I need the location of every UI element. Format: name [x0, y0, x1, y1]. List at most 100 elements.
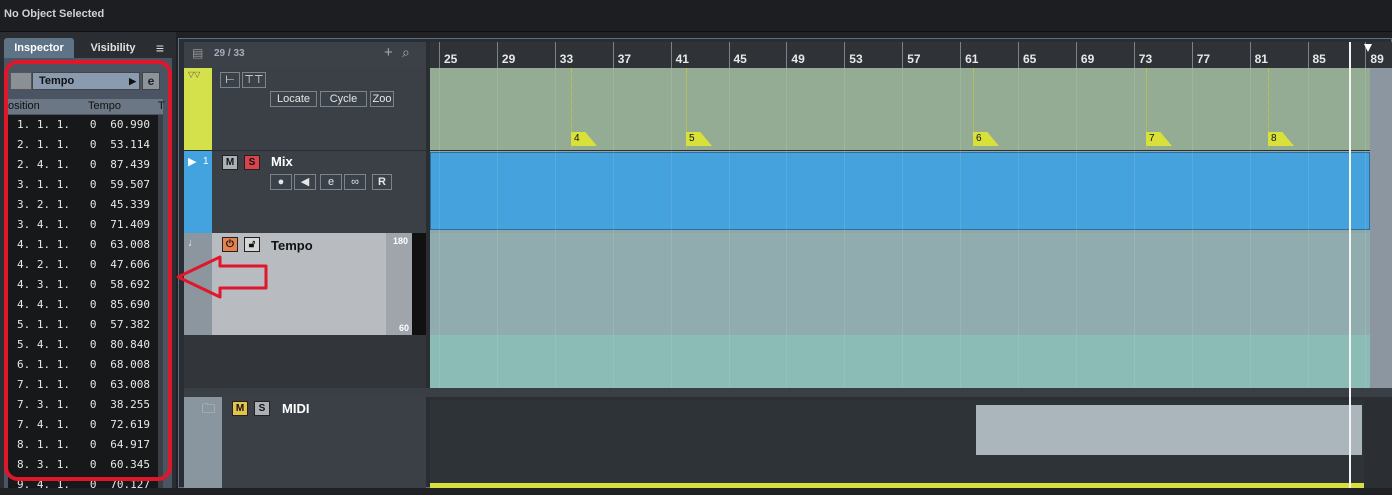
- audio-track-mix[interactable]: [184, 151, 426, 233]
- grid-line: [902, 68, 904, 388]
- grid-line: [960, 68, 962, 388]
- lock-icon[interactable]: 🔓︎: [244, 237, 260, 252]
- ruler-label: 29: [501, 52, 516, 66]
- grid-line: [1365, 68, 1367, 388]
- power-icon[interactable]: ⏻: [222, 237, 238, 252]
- marker-filter-icon[interactable]: ▽▽: [188, 70, 208, 80]
- ruler-bar: 41: [670, 42, 689, 68]
- note-icon: ♩: [188, 237, 199, 249]
- tempo-lane: [430, 233, 1370, 335]
- ruler-bar: 57: [902, 42, 921, 68]
- tempo-meter: [412, 233, 426, 335]
- ruler-bar: 65: [1018, 42, 1036, 68]
- grid-line: [786, 68, 788, 388]
- ruler-label: 45: [733, 52, 747, 66]
- ruler-bar: 33: [554, 42, 573, 68]
- record-enable-icon[interactable]: ●: [270, 174, 292, 190]
- tempo-range-min: 60: [399, 323, 410, 333]
- grid-line: [1191, 68, 1193, 388]
- status-bar: No Object Selected: [0, 0, 1392, 32]
- empty-track-area: [184, 335, 426, 388]
- empty-lane: [430, 335, 1370, 388]
- grid-line: [554, 68, 556, 388]
- monitor-icon[interactable]: ◀: [294, 174, 316, 190]
- grid-line: [1018, 68, 1019, 388]
- grid-line: [1075, 68, 1077, 388]
- grid-line: [612, 68, 614, 388]
- ruler-label: 41: [675, 52, 689, 66]
- ruler-bar: 37: [612, 42, 631, 68]
- ruler-bar: 85: [1307, 42, 1326, 68]
- grid-line: [1307, 68, 1309, 388]
- ruler-label: 85: [1312, 52, 1326, 66]
- ruler-label: 61: [965, 52, 979, 66]
- cycle-button[interactable]: Cycle: [320, 91, 367, 107]
- tempo-track-name: Tempo: [271, 238, 313, 253]
- track-divider: [184, 388, 1392, 397]
- ruler[interactable]: 25 29 33 37 41 45 49 53 57 61 65 69 73 77 81 85 89: [430, 42, 1392, 68]
- ruler-bar: 29: [496, 42, 515, 68]
- tab-inspector[interactable]: Inspector: [4, 38, 74, 58]
- ruler-label: 25: [444, 52, 458, 66]
- ruler-label: 89: [1370, 52, 1384, 66]
- grid-line: [670, 68, 672, 388]
- ruler-label: 33: [559, 52, 574, 66]
- ruler-bar: 25: [439, 42, 457, 68]
- ruler-label: 69: [1080, 52, 1095, 66]
- tempo-range-scale: [386, 233, 412, 335]
- midi-part-bar: [430, 483, 1364, 488]
- link-icon[interactable]: ∞: [344, 174, 366, 190]
- grid-line: [728, 68, 730, 388]
- ruler-bar: 69: [1075, 42, 1094, 68]
- after-end-area: [1370, 68, 1392, 388]
- ruler-bar: 81: [1249, 42, 1268, 68]
- ruler-label: 49: [791, 52, 805, 66]
- marker-track-color: [184, 68, 212, 150]
- ruler-label: 81: [1254, 52, 1268, 66]
- midi-part-block: [976, 405, 1362, 455]
- ruler-bar: 73: [1133, 42, 1152, 68]
- ruler-label: 53: [849, 52, 863, 66]
- ruler-bar: 53: [844, 42, 863, 68]
- grid-line: [439, 68, 440, 388]
- inspector-menu-icon[interactable]: ≡: [152, 38, 168, 58]
- midi-mute-button[interactable]: M: [232, 401, 248, 416]
- tab-visibility[interactable]: Visibility: [80, 38, 146, 58]
- tempo-range-max: 180: [393, 236, 409, 246]
- ruler-bar: 61: [960, 42, 978, 68]
- edit-icon[interactable]: e: [320, 174, 342, 190]
- grid-line: [844, 68, 846, 388]
- ruler-label: 65: [1023, 52, 1037, 66]
- search-icon[interactable]: ⌕: [402, 44, 410, 61]
- mix-track-name: Mix: [271, 154, 293, 169]
- grid-line: [1249, 68, 1251, 388]
- ruler-bar: 77: [1191, 42, 1210, 68]
- mix-audio-event[interactable]: [430, 152, 1370, 230]
- ruler-label: 37: [617, 52, 632, 66]
- track-list-header: ▤ 29 / 33 + ⌕: [184, 42, 426, 68]
- highlight-box: [4, 60, 172, 481]
- locate-button[interactable]: Locate: [270, 91, 317, 107]
- ruler-label: 73: [1138, 52, 1153, 66]
- ruler-label: 77: [1196, 52, 1211, 66]
- play-icon[interactable]: ▶: [188, 155, 196, 168]
- solo-button[interactable]: S: [244, 155, 260, 170]
- add-track-icon[interactable]: +: [384, 44, 393, 61]
- track-count: 29 / 33: [214, 48, 245, 59]
- zoom-button[interactable]: Zoo: [370, 91, 394, 107]
- track-number: 1: [203, 156, 209, 167]
- midi-track-name: MIDI: [282, 401, 310, 416]
- folder-icon[interactable]: 🗀︎: [202, 400, 215, 422]
- add-marker-icon[interactable]: ⊢: [220, 72, 240, 88]
- track-list-icon[interactable]: ▤: [192, 46, 203, 60]
- add-cycle-marker-icon[interactable]: ⊤⊤: [242, 72, 266, 88]
- playhead-cursor[interactable]: [1349, 42, 1351, 488]
- arrow-annotation: [176, 255, 268, 299]
- grid-line: [1133, 68, 1135, 388]
- ruler-bar: 49: [786, 42, 805, 68]
- ruler-label: 57: [907, 52, 921, 66]
- ruler-bar: 45: [728, 42, 747, 68]
- read-automation-button[interactable]: R: [372, 174, 392, 190]
- mute-button[interactable]: M: [222, 155, 238, 170]
- midi-solo-button[interactable]: S: [254, 401, 270, 416]
